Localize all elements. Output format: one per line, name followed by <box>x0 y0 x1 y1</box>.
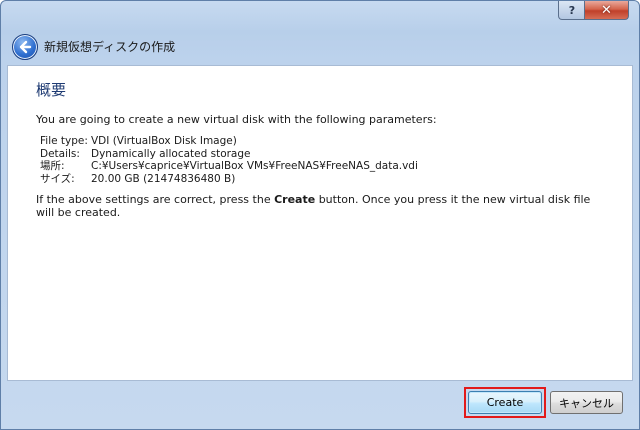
create-button[interactable]: Create <box>468 391 542 414</box>
param-value: VDI (VirtualBox Disk Image) <box>91 135 237 147</box>
param-value: Dynamically allocated storage <box>91 147 251 160</box>
dialog-window: ? ✕ 新規仮想ディスクの作成 概要 You are going to crea… <box>0 0 640 430</box>
back-button[interactable] <box>12 34 38 60</box>
confirmation-text: If the above settings are correct, press… <box>36 193 606 219</box>
intro-text: You are going to create a new virtual di… <box>36 113 437 126</box>
help-button[interactable]: ? <box>558 1 586 20</box>
param-value: 20.00 GB (21474836480 B) <box>91 172 236 185</box>
confirm-text-start: If the above settings are correct, press… <box>36 193 275 206</box>
page-heading: 概要 <box>36 81 67 99</box>
wizard-title: 新規仮想ディスクの作成 <box>44 40 176 54</box>
button-bar: Create キャンセル <box>1 380 639 429</box>
close-button[interactable]: ✕ <box>584 1 629 20</box>
confirm-create-word: Create <box>274 193 316 206</box>
cancel-button[interactable]: キャンセル <box>550 391 623 414</box>
title-bar: ? ✕ <box>1 1 639 27</box>
param-row: サイズ: 20.00 GB (21474836480 B) <box>40 173 418 186</box>
param-value: C:¥Users¥caprice¥VirtualBox VMs¥FreeNAS¥… <box>91 160 418 172</box>
wizard-header: 新規仮想ディスクの作成 <box>1 27 639 65</box>
param-key: Details: <box>40 147 80 160</box>
parameters-table: File type: VDI (VirtualBox Disk Image) D… <box>40 135 418 185</box>
param-key: 場所: <box>40 160 65 172</box>
param-key: File type: <box>40 135 88 147</box>
back-arrow-icon <box>19 40 32 54</box>
summary-page: 概要 You are going to create a new virtual… <box>7 65 633 381</box>
param-key: サイズ: <box>40 172 75 185</box>
close-icon: ✕ <box>601 2 612 18</box>
param-row: 場所: C:¥Users¥caprice¥VirtualBox VMs¥Free… <box>40 160 418 173</box>
param-row: Details: Dynamically allocated storage <box>40 148 418 161</box>
help-icon: ? <box>568 3 576 17</box>
param-row: File type: VDI (VirtualBox Disk Image) <box>40 135 418 148</box>
